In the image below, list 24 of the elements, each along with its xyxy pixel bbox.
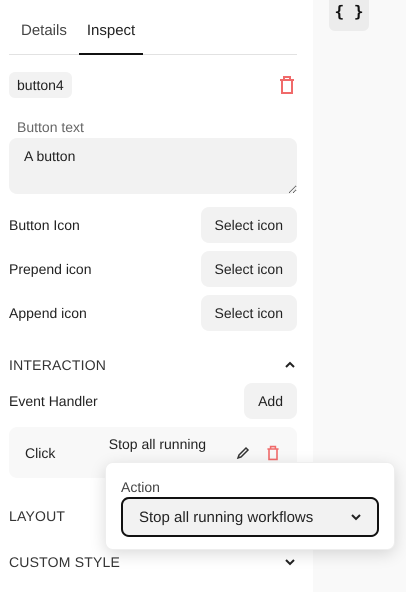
add-button[interactable]: Add	[244, 383, 297, 419]
tab[interactable]: Details	[13, 16, 75, 55]
field-label: Event Handler	[9, 393, 98, 409]
tab[interactable]: Inspect	[78, 16, 144, 55]
pencil-icon[interactable]	[235, 444, 251, 460]
select-icon-button[interactable]: Select icon	[200, 207, 297, 243]
action-name: Stop all running	[108, 436, 208, 453]
trash-icon[interactable]	[277, 75, 297, 95]
section-title[interactable]: LAYOUT	[9, 508, 66, 524]
select-icon-button[interactable]: Select icon	[200, 295, 297, 331]
field-label: Append icon	[9, 305, 87, 321]
trash-icon[interactable]	[265, 444, 281, 460]
button-text-field[interactable]: A button	[9, 138, 297, 194]
field-label: Action	[121, 479, 161, 495]
field-label: Prepend icon	[9, 261, 92, 277]
field-label: Button Icon	[9, 217, 80, 233]
action-select[interactable]: Stop all running workflows	[121, 497, 379, 537]
section-title[interactable]: INTERACTION	[9, 357, 106, 373]
code-button[interactable]: { }	[329, 0, 369, 31]
field-label: Button text	[17, 119, 85, 135]
component-name-badge: button4	[9, 72, 72, 98]
section-title[interactable]: CUSTOM STYLE	[9, 554, 120, 570]
event-name: Click	[25, 444, 56, 460]
select-icon-button[interactable]: Select icon	[200, 251, 297, 287]
